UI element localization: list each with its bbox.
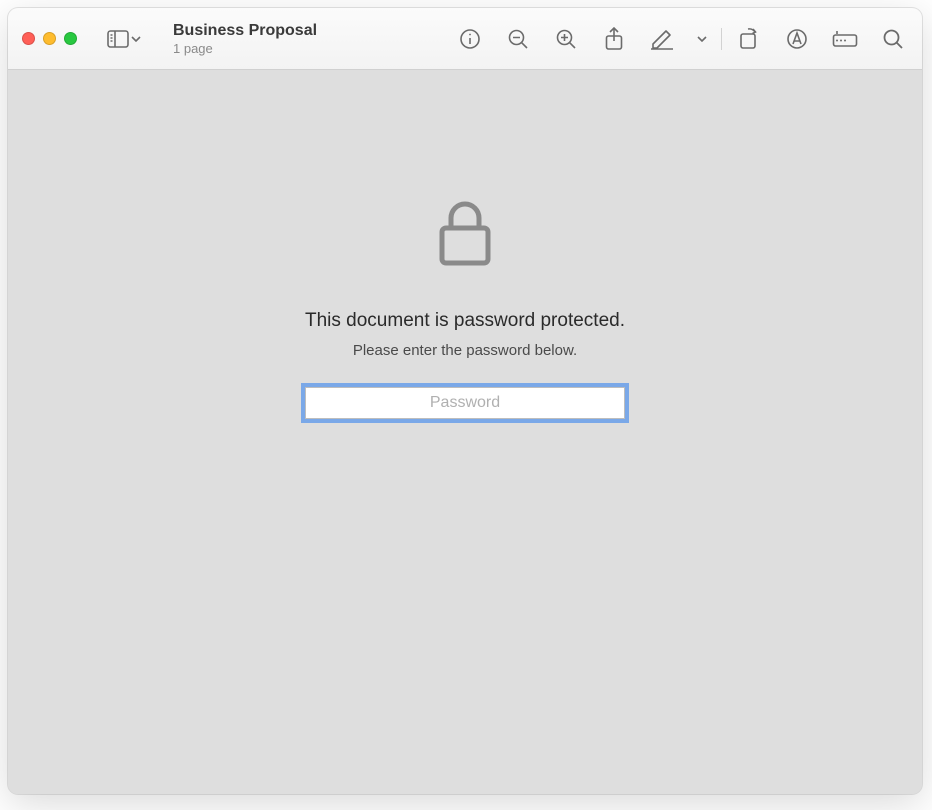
info-icon: [459, 28, 481, 50]
highlight-button[interactable]: [647, 24, 677, 54]
minimize-window-button[interactable]: [43, 32, 56, 45]
info-button[interactable]: [455, 24, 485, 54]
search-button[interactable]: [878, 24, 908, 54]
chevron-down-icon: [697, 36, 707, 42]
highlight-icon: [650, 28, 674, 50]
zoom-in-icon: [555, 28, 577, 50]
content-area: This document is password protected. Ple…: [8, 70, 922, 794]
preview-window: Business Proposal 1 page: [8, 8, 922, 794]
zoom-out-icon: [507, 28, 529, 50]
window-controls: [22, 32, 77, 45]
fullscreen-window-button[interactable]: [64, 32, 77, 45]
toolbar: [455, 24, 908, 54]
rotate-button[interactable]: [734, 24, 764, 54]
document-page-count: 1 page: [173, 41, 317, 57]
document-title-block: Business Proposal 1 page: [173, 21, 317, 57]
search-icon: [882, 28, 904, 50]
chevron-down-icon: [131, 36, 141, 42]
password-heading: This document is password protected.: [305, 310, 625, 332]
toolbar-divider: [721, 28, 722, 50]
rotate-icon: [738, 28, 760, 50]
password-subtext: Please enter the password below.: [353, 342, 577, 359]
markup-button[interactable]: [782, 24, 812, 54]
document-title: Business Proposal: [173, 21, 317, 40]
form-fields-icon: [832, 30, 858, 48]
form-fields-button[interactable]: [830, 24, 860, 54]
share-icon: [604, 27, 624, 51]
lock-icon: [439, 200, 491, 266]
password-input[interactable]: [305, 387, 625, 419]
zoom-in-button[interactable]: [551, 24, 581, 54]
sidebar-toggle-button[interactable]: [99, 25, 149, 53]
zoom-out-button[interactable]: [503, 24, 533, 54]
titlebar: Business Proposal 1 page: [8, 8, 922, 70]
highlight-menu-button[interactable]: [695, 36, 709, 42]
markup-icon: [786, 28, 808, 50]
share-button[interactable]: [599, 24, 629, 54]
close-window-button[interactable]: [22, 32, 35, 45]
sidebar-icon: [107, 30, 129, 48]
